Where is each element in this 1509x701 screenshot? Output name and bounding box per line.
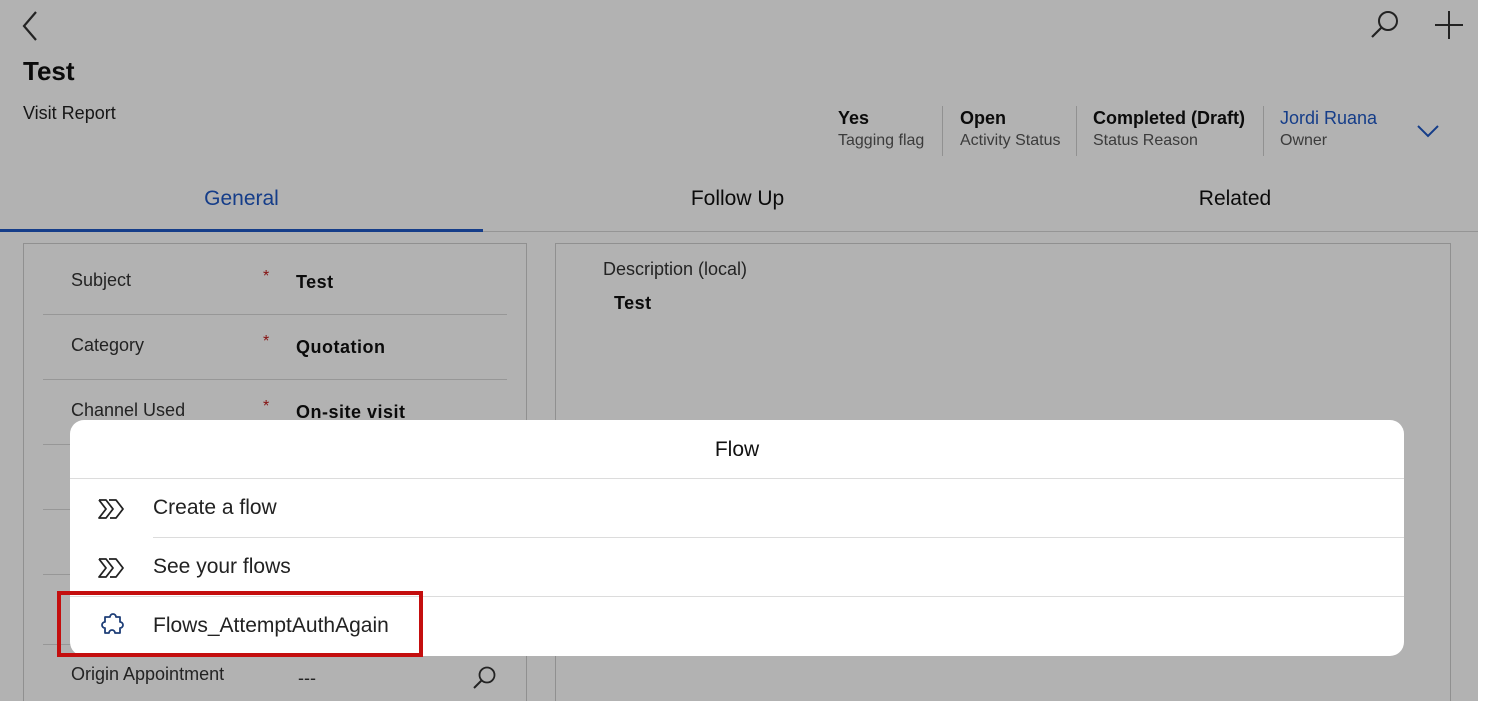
right-edge-margin: [1478, 0, 1509, 701]
see-flows-item[interactable]: See your flows: [70, 538, 1404, 597]
flow-icon: [98, 499, 124, 519]
sheet-title: Flow: [70, 420, 1404, 479]
app-screen: Test Visit Report Yes Tagging flag Open …: [0, 0, 1478, 701]
flow-icon: [98, 558, 124, 578]
highlight-box: [57, 591, 423, 657]
create-flow-item[interactable]: Create a flow: [70, 479, 1404, 538]
menu-item-label: Create a flow: [153, 496, 277, 519]
menu-item-label: See your flows: [153, 555, 291, 578]
